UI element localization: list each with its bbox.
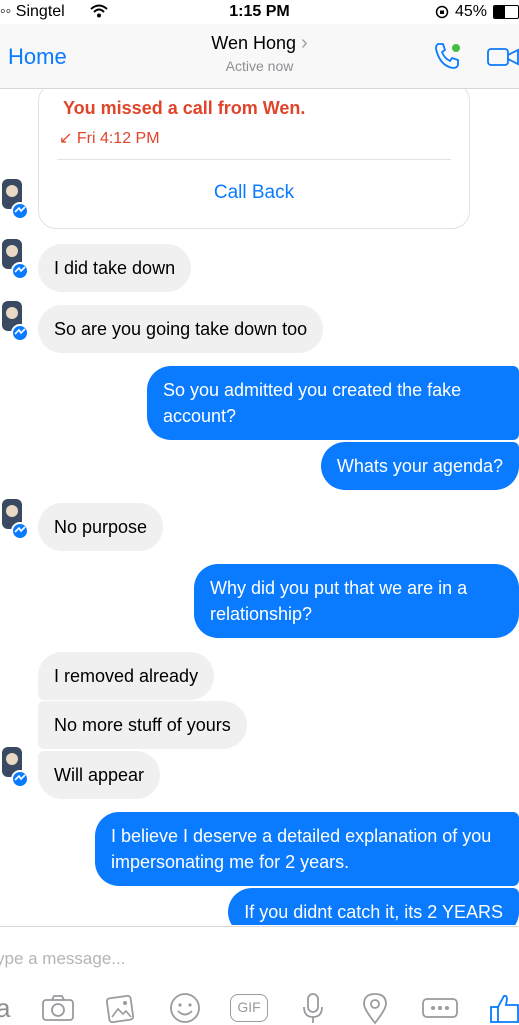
location-icon[interactable] [360, 991, 390, 1025]
microphone-icon[interactable] [300, 991, 326, 1025]
incoming-message[interactable]: No purpose [38, 503, 164, 551]
video-call-icon[interactable] [486, 42, 519, 72]
missed-call-card: You missed a call from Wen. ↙ Fri 4:12 P… [38, 89, 470, 229]
rotation-lock-icon [435, 5, 449, 19]
message-list[interactable]: You missed a call from Wen. ↙ Fri 4:12 P… [0, 89, 519, 925]
outgoing-message[interactable]: I believe I deserve a detailed explanati… [95, 812, 519, 886]
card-divider [57, 159, 451, 160]
contact-avatar[interactable] [0, 499, 30, 539]
emoji-icon[interactable] [168, 991, 202, 1025]
contact-avatar[interactable] [0, 747, 30, 787]
incoming-message[interactable]: Will appear [38, 751, 161, 799]
battery-status: 45% [435, 3, 519, 21]
conversation-header: Home Wen Hong › Active now [0, 24, 519, 89]
incoming-message[interactable]: I did take down [38, 244, 192, 292]
gallery-icon[interactable] [104, 991, 138, 1025]
phone-call-icon[interactable] [432, 40, 464, 72]
keyboard-icon[interactable]: a [0, 991, 10, 1025]
incoming-message[interactable]: I removed already [38, 652, 215, 700]
outgoing-message[interactable]: So you admitted you created the fake acc… [147, 366, 519, 440]
outgoing-message[interactable]: Whats your agenda? [320, 442, 519, 490]
contact-avatar[interactable] [0, 301, 30, 341]
like-icon[interactable] [488, 991, 519, 1025]
camera-icon[interactable] [40, 991, 76, 1025]
contact-name-label: Wen Hong [211, 33, 297, 53]
more-icon[interactable] [420, 991, 460, 1025]
missed-call-text: You missed a call from Wen. [63, 98, 306, 118]
outgoing-message[interactable]: If you didnt catch it, its 2 YEARS [228, 888, 519, 925]
battery-percent: 45% [454, 3, 487, 20]
call-back-button[interactable]: Call Back [39, 182, 469, 204]
outgoing-message[interactable]: Why did you put that we are in a relatio… [194, 564, 519, 638]
gif-icon[interactable]: GIF [230, 994, 268, 1022]
missed-call-time: ↙ Fri 4:12 PM [59, 130, 160, 147]
battery-icon [493, 5, 519, 19]
contact-avatar[interactable] [0, 239, 30, 279]
status-bar: ◦◦ Singtel 1:15 PM 45% [0, 0, 519, 24]
message-input[interactable]: ype a message... [0, 949, 125, 969]
contact-avatar[interactable] [0, 179, 30, 219]
incoming-message[interactable]: No more stuff of yours [38, 701, 247, 749]
incoming-message[interactable]: So are you going take down too [38, 305, 324, 353]
message-composer: ype a message... a GIF [0, 926, 519, 1025]
chevron-right-icon: › [301, 32, 308, 54]
